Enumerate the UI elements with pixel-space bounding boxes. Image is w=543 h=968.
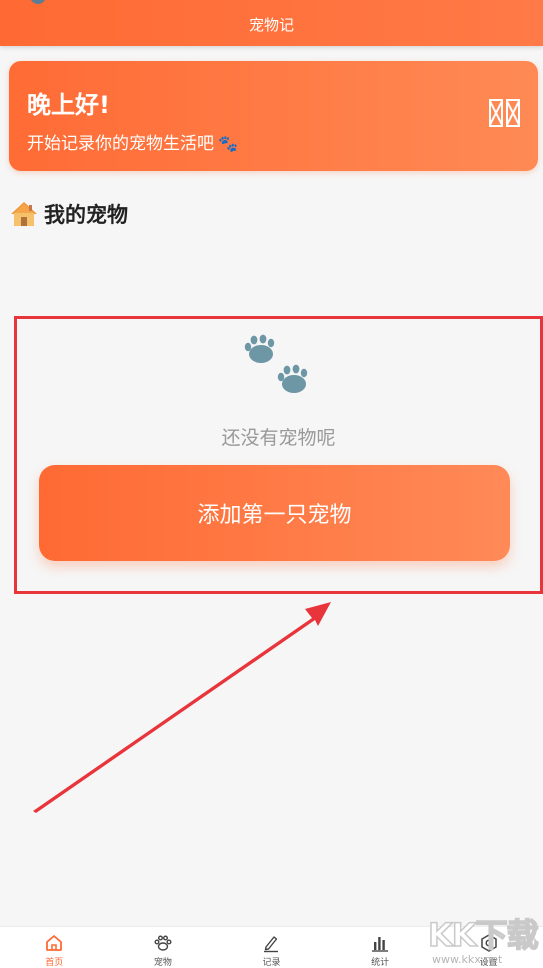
- app-title: 宠物记: [248, 16, 294, 34]
- nav-label-settings: 设置: [479, 958, 498, 968]
- nav-label-home: 首页: [45, 958, 64, 968]
- house-icon: [11, 202, 37, 226]
- pencil-icon: [264, 936, 279, 953]
- section-title: 我的宠物: [10, 199, 128, 229]
- nav-item-records[interactable]: 记录: [217, 927, 326, 968]
- greeting-card: 晚上好! 开始记录你的宠物生活吧 🐾: [9, 61, 538, 171]
- paw-emoji-icon: 🐾: [218, 134, 238, 153]
- nav-item-home[interactable]: 首页: [0, 927, 109, 968]
- nav-item-settings[interactable]: 设置: [434, 927, 543, 968]
- greeting-subtitle-text: 开始记录你的宠物生活吧: [27, 134, 214, 154]
- empty-state-text: 还没有宠物呢: [221, 427, 336, 449]
- section-title-text: 我的宠物: [44, 203, 128, 227]
- greeting-subtitle: 开始记录你的宠物生活吧 🐾: [27, 129, 238, 154]
- nav-label-records: 记录: [262, 958, 281, 968]
- add-first-pet-button[interactable]: 添加第一只宠物: [39, 465, 510, 561]
- nav-item-pets[interactable]: 宠物: [109, 927, 218, 968]
- greeting-title: 晚上好!: [27, 91, 110, 119]
- paw-icon: [244, 334, 308, 393]
- bar-chart-icon: [372, 937, 389, 952]
- nav-item-stats[interactable]: 统计: [326, 927, 435, 968]
- paw-icon: [154, 935, 172, 951]
- settings-icon: [480, 934, 497, 952]
- app-header: 宠物记: [0, 0, 543, 46]
- bottom-nav: 首页 宠物 记录 统计 设置: [0, 926, 543, 968]
- empty-state: 还没有宠物呢 添加第一只宠物: [14, 316, 543, 594]
- nav-label-pets: 宠物: [153, 958, 172, 968]
- missing-glyph-icon: [489, 99, 520, 127]
- status-avatar: [30, 0, 46, 4]
- home-icon: [46, 935, 63, 951]
- nav-label-stats: 统计: [371, 958, 390, 968]
- page: 宠物记 晚上好! 开始记录你的宠物生活吧 🐾 我的宠物 还没有宠物呢 添加第一只…: [0, 0, 543, 968]
